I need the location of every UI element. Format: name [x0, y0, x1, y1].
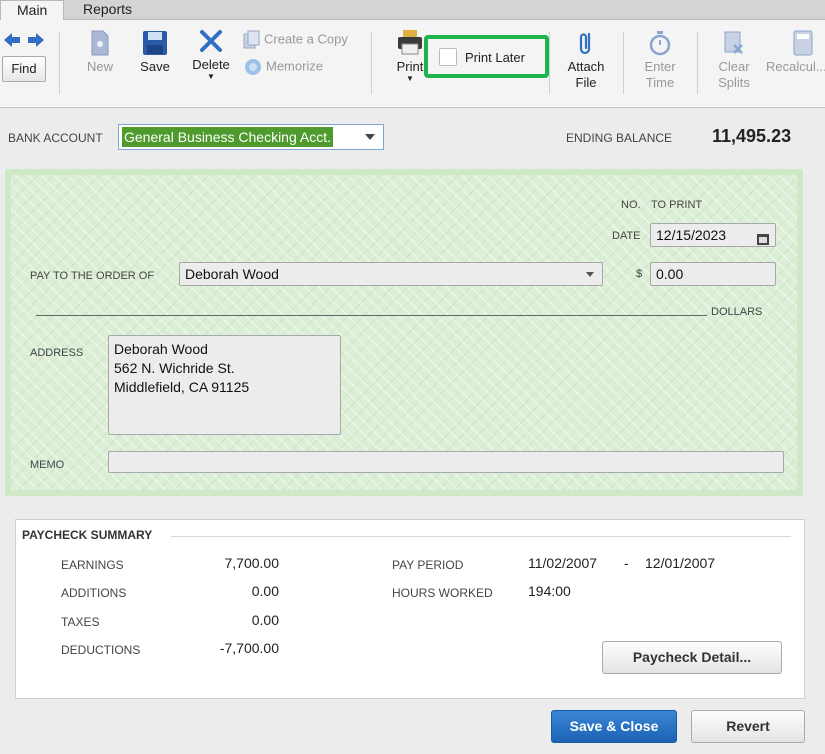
bank-account-label: BANK ACCOUNT: [8, 131, 103, 145]
save-button[interactable]: Save: [135, 30, 175, 75]
forward-arrow-icon[interactable]: [27, 32, 45, 51]
memo-label: MEMO: [30, 459, 65, 471]
print-later-label: Print Later: [465, 50, 525, 65]
taxes-label: TAXES: [61, 615, 100, 629]
chevron-down-icon: ▼: [207, 72, 215, 81]
clear-splits-label-1: Clear: [718, 59, 750, 74]
dollars-label: DOLLARS: [711, 306, 763, 318]
stopwatch-icon: [649, 31, 671, 56]
enter-time-button[interactable]: Enter Time: [638, 30, 682, 91]
address-line: Deborah Wood: [114, 341, 208, 357]
clear-splits-icon: [724, 31, 743, 54]
paycheck-summary: PAYCHECK SUMMARY EARNINGS 7,700.00 ADDIT…: [15, 519, 805, 699]
attach-file-button[interactable]: Attach File: [562, 30, 610, 91]
payee-select[interactable]: Deborah Wood: [179, 262, 603, 286]
bank-account-select[interactable]: General Business Checking Acct.: [118, 124, 384, 150]
address-line: Middlefield, CA 91125: [114, 379, 250, 395]
floppy-disk-icon: [143, 31, 167, 55]
printer-icon: [398, 30, 422, 55]
calendar-icon[interactable]: [757, 229, 769, 251]
recalculate-button[interactable]: Recalcul...: [766, 30, 825, 75]
check-panel: NO. TO PRINT DATE 12/15/2023 PAY TO THE …: [5, 169, 803, 496]
clear-splits-button[interactable]: Clear Splits: [712, 30, 756, 91]
payee-value: Deborah Wood: [185, 266, 279, 282]
dropdown-arrow-icon: [365, 134, 375, 140]
toolbar-separator: [697, 32, 698, 94]
taxes-value: 0.00: [251, 612, 279, 628]
delete-button[interactable]: Delete ▼: [189, 28, 233, 81]
pay-to-order-label: PAY TO THE ORDER OF: [30, 270, 155, 282]
ending-balance-label: ENDING BALANCE: [566, 131, 673, 145]
back-arrow-icon[interactable]: [3, 32, 21, 51]
paycheck-form: BANK ACCOUNT General Business Checking A…: [0, 109, 825, 754]
hours-worked-value: 194:00: [528, 583, 571, 599]
pay-period-end: 12/01/2007: [645, 555, 716, 571]
find-button[interactable]: Find: [2, 56, 46, 82]
pay-period-separator: -: [624, 555, 629, 571]
calculator-icon: [793, 30, 813, 56]
enter-time-label-1: Enter: [644, 59, 676, 74]
print-label: Print: [396, 59, 424, 74]
written-amount-line: [36, 315, 707, 316]
chevron-down-icon: ▼: [406, 74, 414, 83]
memorize-button[interactable]: Memorize: [243, 58, 323, 76]
new-label: New: [86, 59, 113, 74]
hours-worked-label: HOURS WORKED: [392, 586, 493, 600]
dollar-sign-label: $: [636, 268, 643, 280]
bank-account-value: General Business Checking Acct.: [122, 127, 333, 147]
address-line: 562 N. Wichride St.: [114, 360, 235, 376]
new-document-icon: [91, 30, 109, 56]
print-later-checkbox[interactable]: [439, 48, 457, 66]
pay-period-start: 11/02/2007: [528, 555, 598, 571]
delete-x-icon: [200, 30, 222, 52]
create-copy-button[interactable]: Create a Copy: [243, 30, 348, 50]
attach-file-label-2: File: [575, 75, 597, 90]
toolbar-separator: [623, 32, 624, 94]
additions-label: ADDITIONS: [61, 586, 127, 600]
amount-field[interactable]: 0.00: [650, 262, 776, 286]
address-field[interactable]: Deborah Wood 562 N. Wichride St. Middlef…: [108, 335, 341, 435]
toolbar-separator: [371, 32, 372, 94]
check-number-value[interactable]: TO PRINT: [651, 199, 702, 211]
pay-period-label: PAY PERIOD: [392, 558, 464, 572]
tab-bar: Main Reports: [0, 0, 825, 21]
create-copy-label: Create a Copy: [264, 31, 348, 47]
date-field[interactable]: 12/15/2023: [650, 223, 776, 247]
copy-icon: [243, 30, 260, 49]
additions-value: 0.00: [251, 583, 279, 599]
clear-splits-label-2: Splits: [718, 75, 750, 90]
tab-main[interactable]: Main: [0, 0, 65, 21]
toolbar: Find New Save Delete ▼ Create a Copy Mem…: [0, 20, 825, 108]
enter-time-label-2: Time: [645, 75, 675, 90]
print-button[interactable]: Print ▼: [392, 28, 428, 83]
save-close-button[interactable]: Save & Close: [551, 710, 677, 743]
date-label: DATE: [612, 230, 641, 242]
recalculate-label: Recalcul...: [766, 59, 825, 74]
memo-field[interactable]: [108, 451, 784, 473]
check-number-label: NO.: [621, 199, 641, 211]
attach-file-label-1: Attach: [567, 59, 605, 74]
save-label: Save: [140, 59, 170, 74]
paycheck-detail-button[interactable]: Paycheck Detail...: [602, 641, 782, 674]
dropdown-arrow-icon: [586, 272, 594, 277]
deductions-value: -7,700.00: [219, 640, 279, 656]
ending-balance-value: 11,495.23: [712, 126, 792, 146]
memorize-icon: [245, 59, 261, 75]
summary-title: PAYCHECK SUMMARY: [22, 528, 153, 542]
date-value: 12/15/2023: [656, 227, 727, 243]
earnings-value: 7,700.00: [224, 555, 280, 571]
delete-label: Delete: [192, 57, 230, 72]
paperclip-icon: [579, 32, 591, 55]
tab-reports[interactable]: Reports: [67, 0, 148, 20]
summary-divider: [171, 536, 791, 537]
address-label: ADDRESS: [30, 347, 84, 359]
toolbar-separator: [59, 32, 60, 94]
deductions-label: DEDUCTIONS: [61, 643, 141, 657]
toolbar-separator: [549, 32, 550, 94]
revert-button[interactable]: Revert: [691, 710, 805, 743]
earnings-label: EARNINGS: [61, 558, 124, 572]
memorize-label: Memorize: [266, 58, 324, 74]
new-button[interactable]: New: [80, 30, 120, 75]
